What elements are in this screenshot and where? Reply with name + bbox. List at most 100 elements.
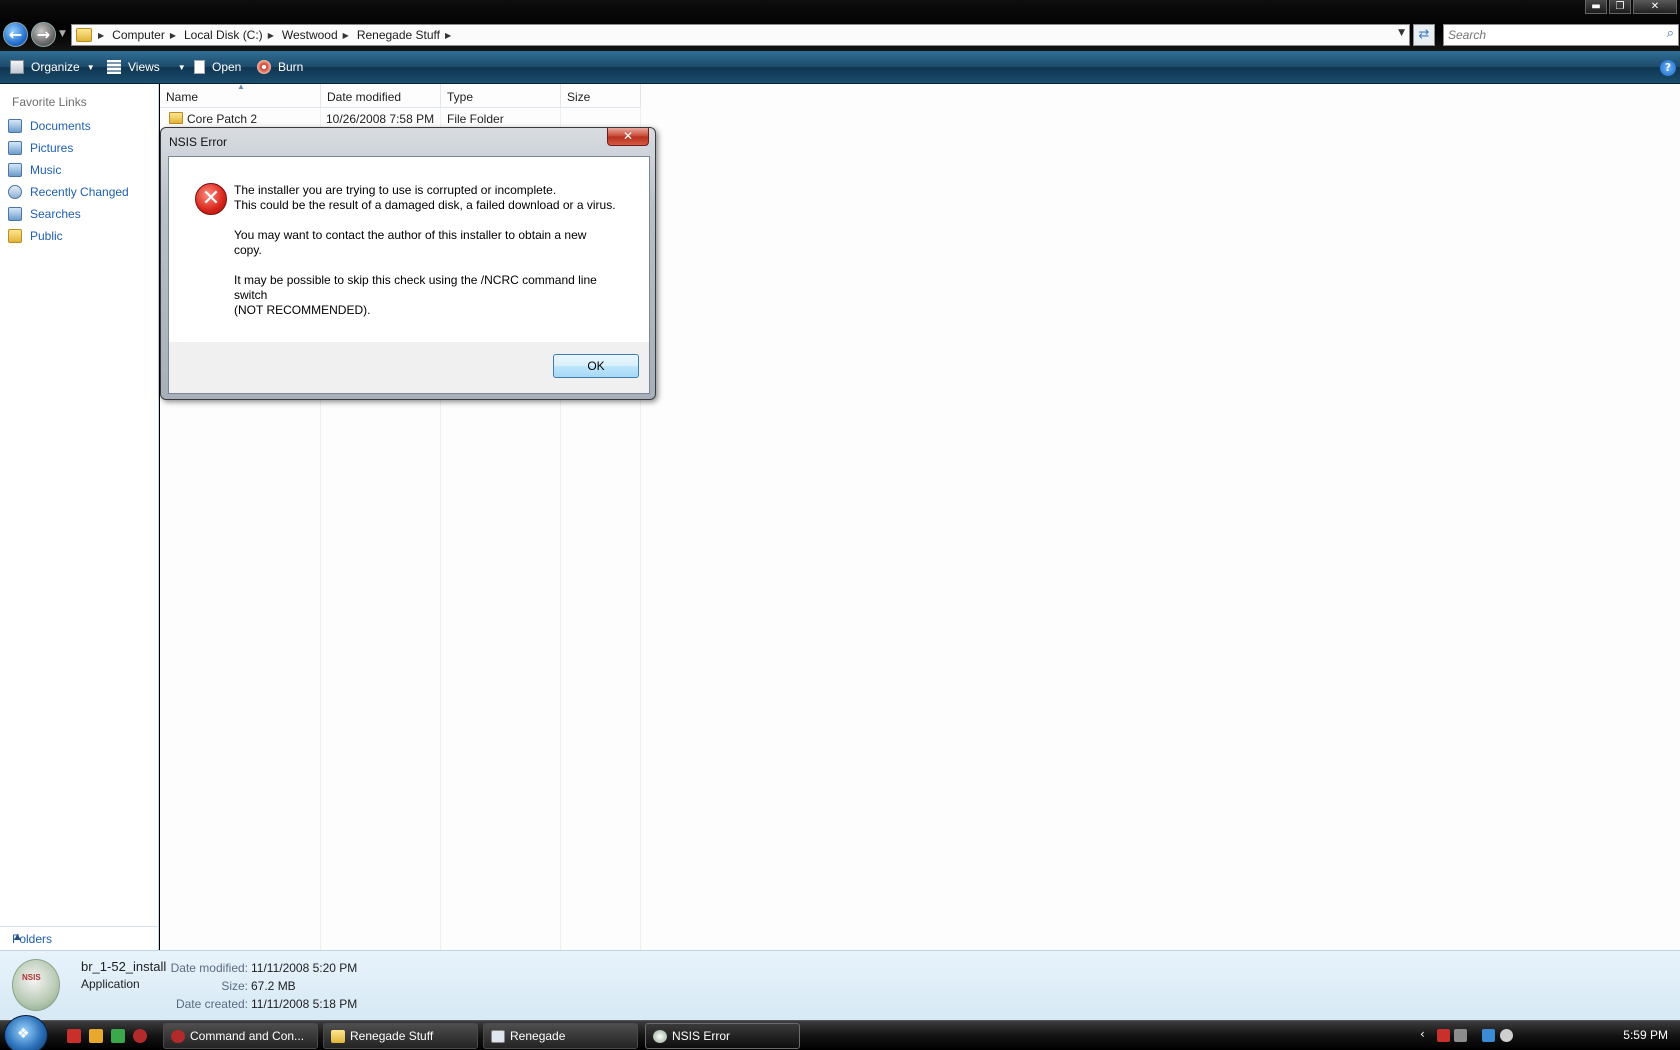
search-input[interactable] — [1448, 25, 1648, 45]
column-header-label: Size — [567, 90, 591, 104]
dialog-footer: OK — [169, 342, 649, 393]
clock[interactable]: 5:59 PM — [1623, 1028, 1668, 1042]
system-tray: ‹ 5:59 PM — [1410, 1021, 1680, 1050]
help-button[interactable]: ? — [1660, 60, 1676, 76]
address-bar-region: ▬ ❐ ✕ ← → ▼ ▶ Computer ▶ Local Disk (C:)… — [0, 0, 1680, 51]
address-field[interactable]: ▶ Computer ▶ Local Disk (C:) ▶ Westwood … — [71, 24, 1410, 46]
burn-label: Burn — [278, 60, 304, 74]
search-box[interactable]: ⌕ — [1443, 24, 1679, 46]
file-type: File Folder — [447, 112, 504, 126]
views-icon — [107, 60, 121, 74]
maximize-button[interactable]: ❐ — [1609, 0, 1631, 14]
minimize-button[interactable]: ▬ — [1585, 0, 1607, 14]
public-folder-icon — [8, 229, 22, 243]
taskbar-button-label: Command and Con... — [190, 1029, 305, 1043]
taskbar-button-renegade[interactable]: Renegade — [483, 1023, 638, 1049]
nav-item-label: Music — [30, 163, 62, 177]
dialog-close-button[interactable]: ✕ — [607, 128, 649, 146]
breadcrumb-separator-icon[interactable]: ▶ — [170, 31, 176, 40]
quicklaunch-app-icon[interactable] — [133, 1029, 147, 1043]
recent-pages-dropdown[interactable]: ▼ — [59, 29, 66, 39]
tray-acrobat-icon[interactable] — [1437, 1029, 1450, 1042]
date-modified-label: Date modified: — [170, 961, 248, 975]
breadcrumb-local-disk[interactable]: Local Disk (C:) — [184, 28, 263, 42]
breadcrumb-separator-icon[interactable]: ▶ — [268, 31, 274, 40]
nav-item-documents[interactable]: Documents — [8, 119, 91, 133]
quicklaunch-app-icon[interactable] — [89, 1029, 103, 1043]
breadcrumb-separator-icon[interactable]: ▶ — [343, 31, 349, 40]
table-row[interactable]: Core Patch 2 10/26/2008 7:58 PM File Fol… — [160, 109, 640, 129]
sort-ascending-icon: ▲ — [237, 82, 245, 91]
column-header-size[interactable]: Size — [561, 84, 641, 108]
nav-item-recently-changed[interactable]: Recently Changed — [8, 185, 129, 199]
error-message-line: You may want to contact the author of th… — [234, 228, 587, 242]
taskbar-button-label: Renegade — [510, 1029, 566, 1043]
file-date-modified: 10/26/2008 7:58 PM — [326, 112, 435, 126]
column-header-label: Name — [166, 90, 199, 104]
open-button[interactable]: Open — [194, 60, 241, 74]
burn-disc-icon — [257, 60, 271, 74]
breadcrumb-renegade-stuff[interactable]: Renegade Stuff — [357, 28, 440, 42]
search-icon[interactable]: ⌕ — [1667, 26, 1674, 41]
navigation-pane: Favorite Links Documents Pictures Music … — [0, 84, 159, 950]
nav-item-public[interactable]: Public — [8, 229, 63, 243]
network-icon[interactable] — [1482, 1029, 1495, 1042]
nav-item-music[interactable]: Music — [8, 163, 61, 177]
forward-arrow-icon: → — [36, 25, 51, 44]
nsis-icon — [653, 1030, 667, 1043]
refresh-button[interactable]: ⇄ — [1413, 24, 1435, 46]
searches-icon — [8, 207, 22, 221]
error-message-line: This could be the result of a damaged di… — [234, 198, 616, 212]
nav-item-pictures[interactable]: Pictures — [8, 141, 73, 155]
column-header-name[interactable]: ▲ Name — [160, 82, 321, 108]
nav-item-searches[interactable]: Searches — [8, 207, 81, 221]
tray-app-icon[interactable] — [1454, 1029, 1467, 1042]
organize-icon — [10, 60, 24, 74]
chevron-up-icon: ▲ — [12, 931, 23, 943]
quicklaunch-app-icon[interactable] — [111, 1029, 125, 1043]
column-header-date-modified[interactable]: Date modified — [321, 84, 441, 108]
selected-file-kind: Application — [81, 977, 140, 991]
burn-button[interactable]: Burn — [257, 60, 303, 74]
views-button[interactable]: Views ▼ — [107, 60, 186, 74]
volume-icon[interactable] — [1500, 1029, 1513, 1042]
organize-button[interactable]: Organize ▼ — [10, 60, 95, 74]
app-icon — [171, 1030, 185, 1043]
pictures-icon — [8, 141, 22, 155]
taskbar-button-renegade-stuff[interactable]: Renegade Stuff — [323, 1023, 478, 1049]
file-name: Core Patch 2 — [187, 112, 258, 126]
column-header-type[interactable]: Type — [441, 84, 561, 108]
breadcrumb-separator-icon[interactable]: ▶ — [98, 31, 104, 40]
folders-toggle[interactable]: Folders ▲ — [0, 926, 158, 950]
close-window-button[interactable]: ✕ — [1633, 0, 1677, 14]
ok-button[interactable]: OK — [553, 354, 639, 378]
open-label: Open — [212, 60, 242, 74]
taskbar-button-command-and-conquer[interactable]: Command and Con... — [163, 1023, 318, 1049]
breadcrumb-computer[interactable]: Computer — [112, 28, 165, 42]
error-message-line: It may be possible to skip this check us… — [234, 273, 597, 287]
dialog-title: NSIS Error — [169, 135, 228, 149]
start-button[interactable]: ❖ — [4, 1015, 48, 1050]
command-bar: Organize ▼ Views ▼ Open Burn ? — [0, 51, 1680, 84]
back-button[interactable]: ← — [3, 22, 28, 47]
details-pane: NSIS br_1-52_install Application Date mo… — [0, 950, 1680, 1020]
breadcrumb-separator-icon[interactable]: ▶ — [445, 31, 451, 40]
windows-logo-icon: ❖ — [17, 1026, 30, 1042]
nsis-icon-label: NSIS — [22, 973, 41, 982]
nav-item-label: Pictures — [30, 141, 74, 155]
show-hidden-icons-chevron-icon[interactable]: ‹ — [1420, 1027, 1425, 1041]
quicklaunch-acrobat-icon[interactable] — [67, 1029, 81, 1043]
open-document-icon — [194, 60, 205, 74]
favorite-links-header: Favorite Links — [12, 95, 87, 109]
breadcrumb-westwood[interactable]: Westwood — [282, 28, 338, 42]
back-arrow-icon: ← — [8, 25, 23, 44]
folder-icon — [331, 1030, 345, 1043]
column-header-label: Type — [447, 90, 474, 104]
address-dropdown-icon[interactable]: ▼ — [1398, 28, 1405, 38]
taskbar-button-nsis-error[interactable]: NSIS Error — [645, 1023, 800, 1049]
forward-button[interactable]: → — [31, 22, 56, 47]
organize-label: Organize — [31, 60, 80, 74]
documents-icon — [8, 119, 22, 133]
nav-item-label: Recently Changed — [30, 185, 129, 199]
views-label: Views — [128, 60, 160, 74]
